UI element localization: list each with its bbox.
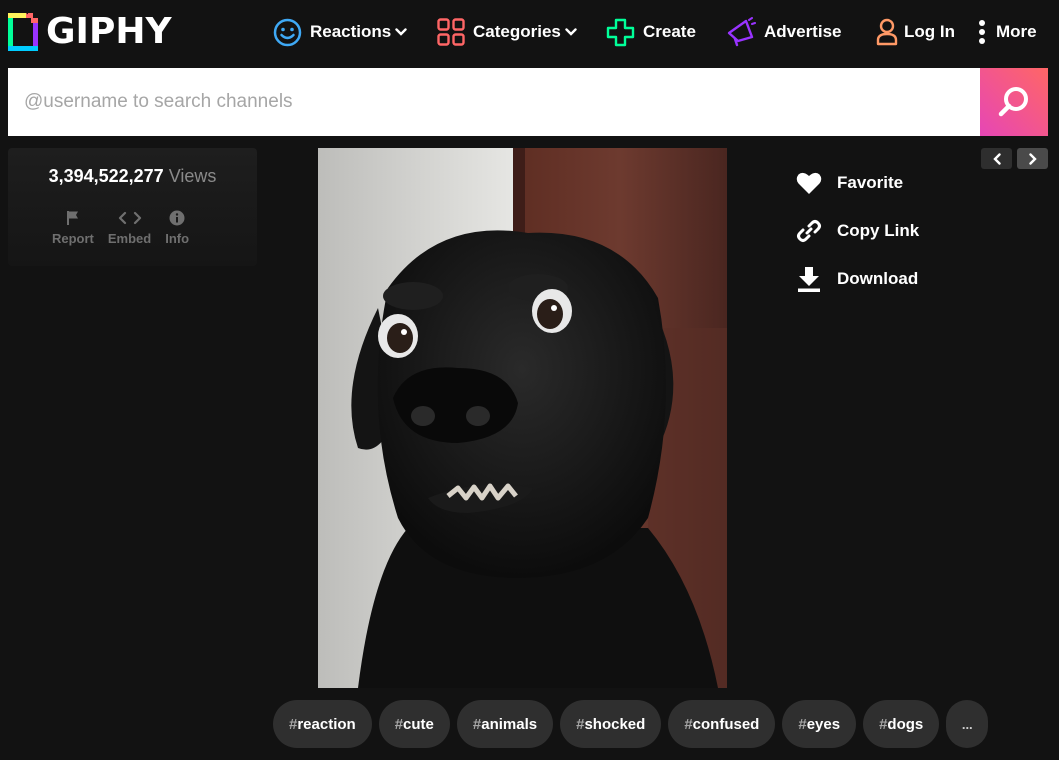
search-input[interactable] <box>8 68 980 136</box>
more-tags-button[interactable]: ... <box>946 700 989 748</box>
tag-cute[interactable]: # cute <box>378 700 450 748</box>
nav-more[interactable]: More <box>978 16 1037 48</box>
tag-hash: # <box>798 715 807 733</box>
flag-icon <box>66 208 80 228</box>
gif-stats-panel: 3,394,522,277 Views Report Embed Info <box>8 148 257 266</box>
search-button[interactable] <box>980 68 1048 136</box>
tag-shocked[interactable]: # shocked <box>560 700 662 748</box>
tag-label: eyes <box>806 715 841 733</box>
tag-list: # reaction # cute # animals # shocked # confu… <box>273 700 995 748</box>
download-icon <box>796 266 822 292</box>
chevron-left-icon <box>992 152 1001 165</box>
tag-hash: # <box>684 715 693 733</box>
copy-link-button[interactable]: Copy Link <box>796 217 919 245</box>
chevron-down-icon <box>565 28 577 36</box>
favorite-label: Favorite <box>837 173 904 192</box>
copy-link-label: Copy Link <box>837 221 920 240</box>
nav-create[interactable]: Create <box>606 16 696 48</box>
giphy-logo-text: GIPHY <box>46 11 172 52</box>
next-gif-button[interactable] <box>1017 148 1048 169</box>
heart-icon <box>796 171 822 195</box>
tag-label: confused <box>692 715 760 733</box>
top-header: GIPHY Reactions Categories Create Advert… <box>0 0 1059 66</box>
favorite-button[interactable]: Favorite <box>796 169 903 197</box>
nav-reactions-label: Reactions <box>310 22 392 41</box>
embed-label: Embed <box>107 231 152 246</box>
link-icon <box>796 218 822 244</box>
nav-reactions[interactable]: Reactions <box>273 16 407 48</box>
tag-hash: # <box>879 715 888 733</box>
nav-create-label: Create <box>643 22 696 41</box>
black-dog-gif[interactable] <box>318 148 727 688</box>
view-count-label: Views <box>168 166 217 186</box>
nav-categories[interactable]: Categories <box>437 16 577 48</box>
tag-label: animals <box>481 715 538 733</box>
report-label: Report <box>52 231 94 246</box>
view-count: 3,394,522,277 Views <box>8 166 257 187</box>
code-icon <box>118 208 142 228</box>
tag-label: reaction <box>297 715 356 733</box>
info-label: Info <box>165 231 190 246</box>
chevron-down-icon <box>395 28 407 36</box>
report-button[interactable]: Report <box>52 208 94 246</box>
giphy-logo[interactable]: GIPHY <box>8 13 172 51</box>
info-button[interactable]: Info <box>165 208 189 246</box>
tag-label: cute <box>403 715 434 733</box>
download-button[interactable]: Download <box>796 265 918 293</box>
search-bar <box>8 68 1048 136</box>
smiley-icon <box>273 18 302 47</box>
download-label: Download <box>837 269 919 288</box>
grid-icon <box>437 18 465 46</box>
tag-label: shocked <box>584 715 646 733</box>
chevron-right-icon <box>1028 152 1037 165</box>
giphy-gif-page: GIPHY Reactions Categories Create Advert… <box>0 0 1059 760</box>
tag-hash: # <box>472 715 482 733</box>
nav-advertise[interactable]: Advertise <box>726 16 841 48</box>
megaphone-icon <box>726 17 756 47</box>
nav-categories-label: Categories <box>473 22 561 41</box>
tag-label: dogs <box>887 715 924 733</box>
embed-button[interactable]: Embed <box>108 208 151 246</box>
view-count-number: 3,394,522,277 <box>48 166 164 186</box>
nav-login[interactable]: Log In <box>876 16 955 48</box>
nav-more-label: More <box>996 22 1037 41</box>
stat-actions: Report Embed Info <box>52 208 203 246</box>
tag-hash: # <box>394 715 404 733</box>
nav-login-label: Log In <box>904 22 955 41</box>
nav-advertise-label: Advertise <box>764 22 842 41</box>
plus-icon <box>606 18 635 47</box>
user-icon <box>876 18 898 46</box>
search-icon <box>998 87 1028 117</box>
tag-confused[interactable]: # confused <box>668 700 776 748</box>
tag-eyes[interactable]: # eyes <box>782 700 857 748</box>
tag-hash: # <box>576 715 585 733</box>
tag-dogs[interactable]: # dogs <box>863 700 940 748</box>
info-icon <box>169 208 185 228</box>
kebab-icon <box>978 19 986 45</box>
tag-hash: # <box>289 715 298 733</box>
tag-reaction[interactable]: # reaction <box>273 700 372 748</box>
giphy-logo-icon <box>8 13 38 51</box>
previous-gif-button[interactable] <box>981 148 1012 169</box>
tag-animals[interactable]: # animals <box>456 700 554 748</box>
